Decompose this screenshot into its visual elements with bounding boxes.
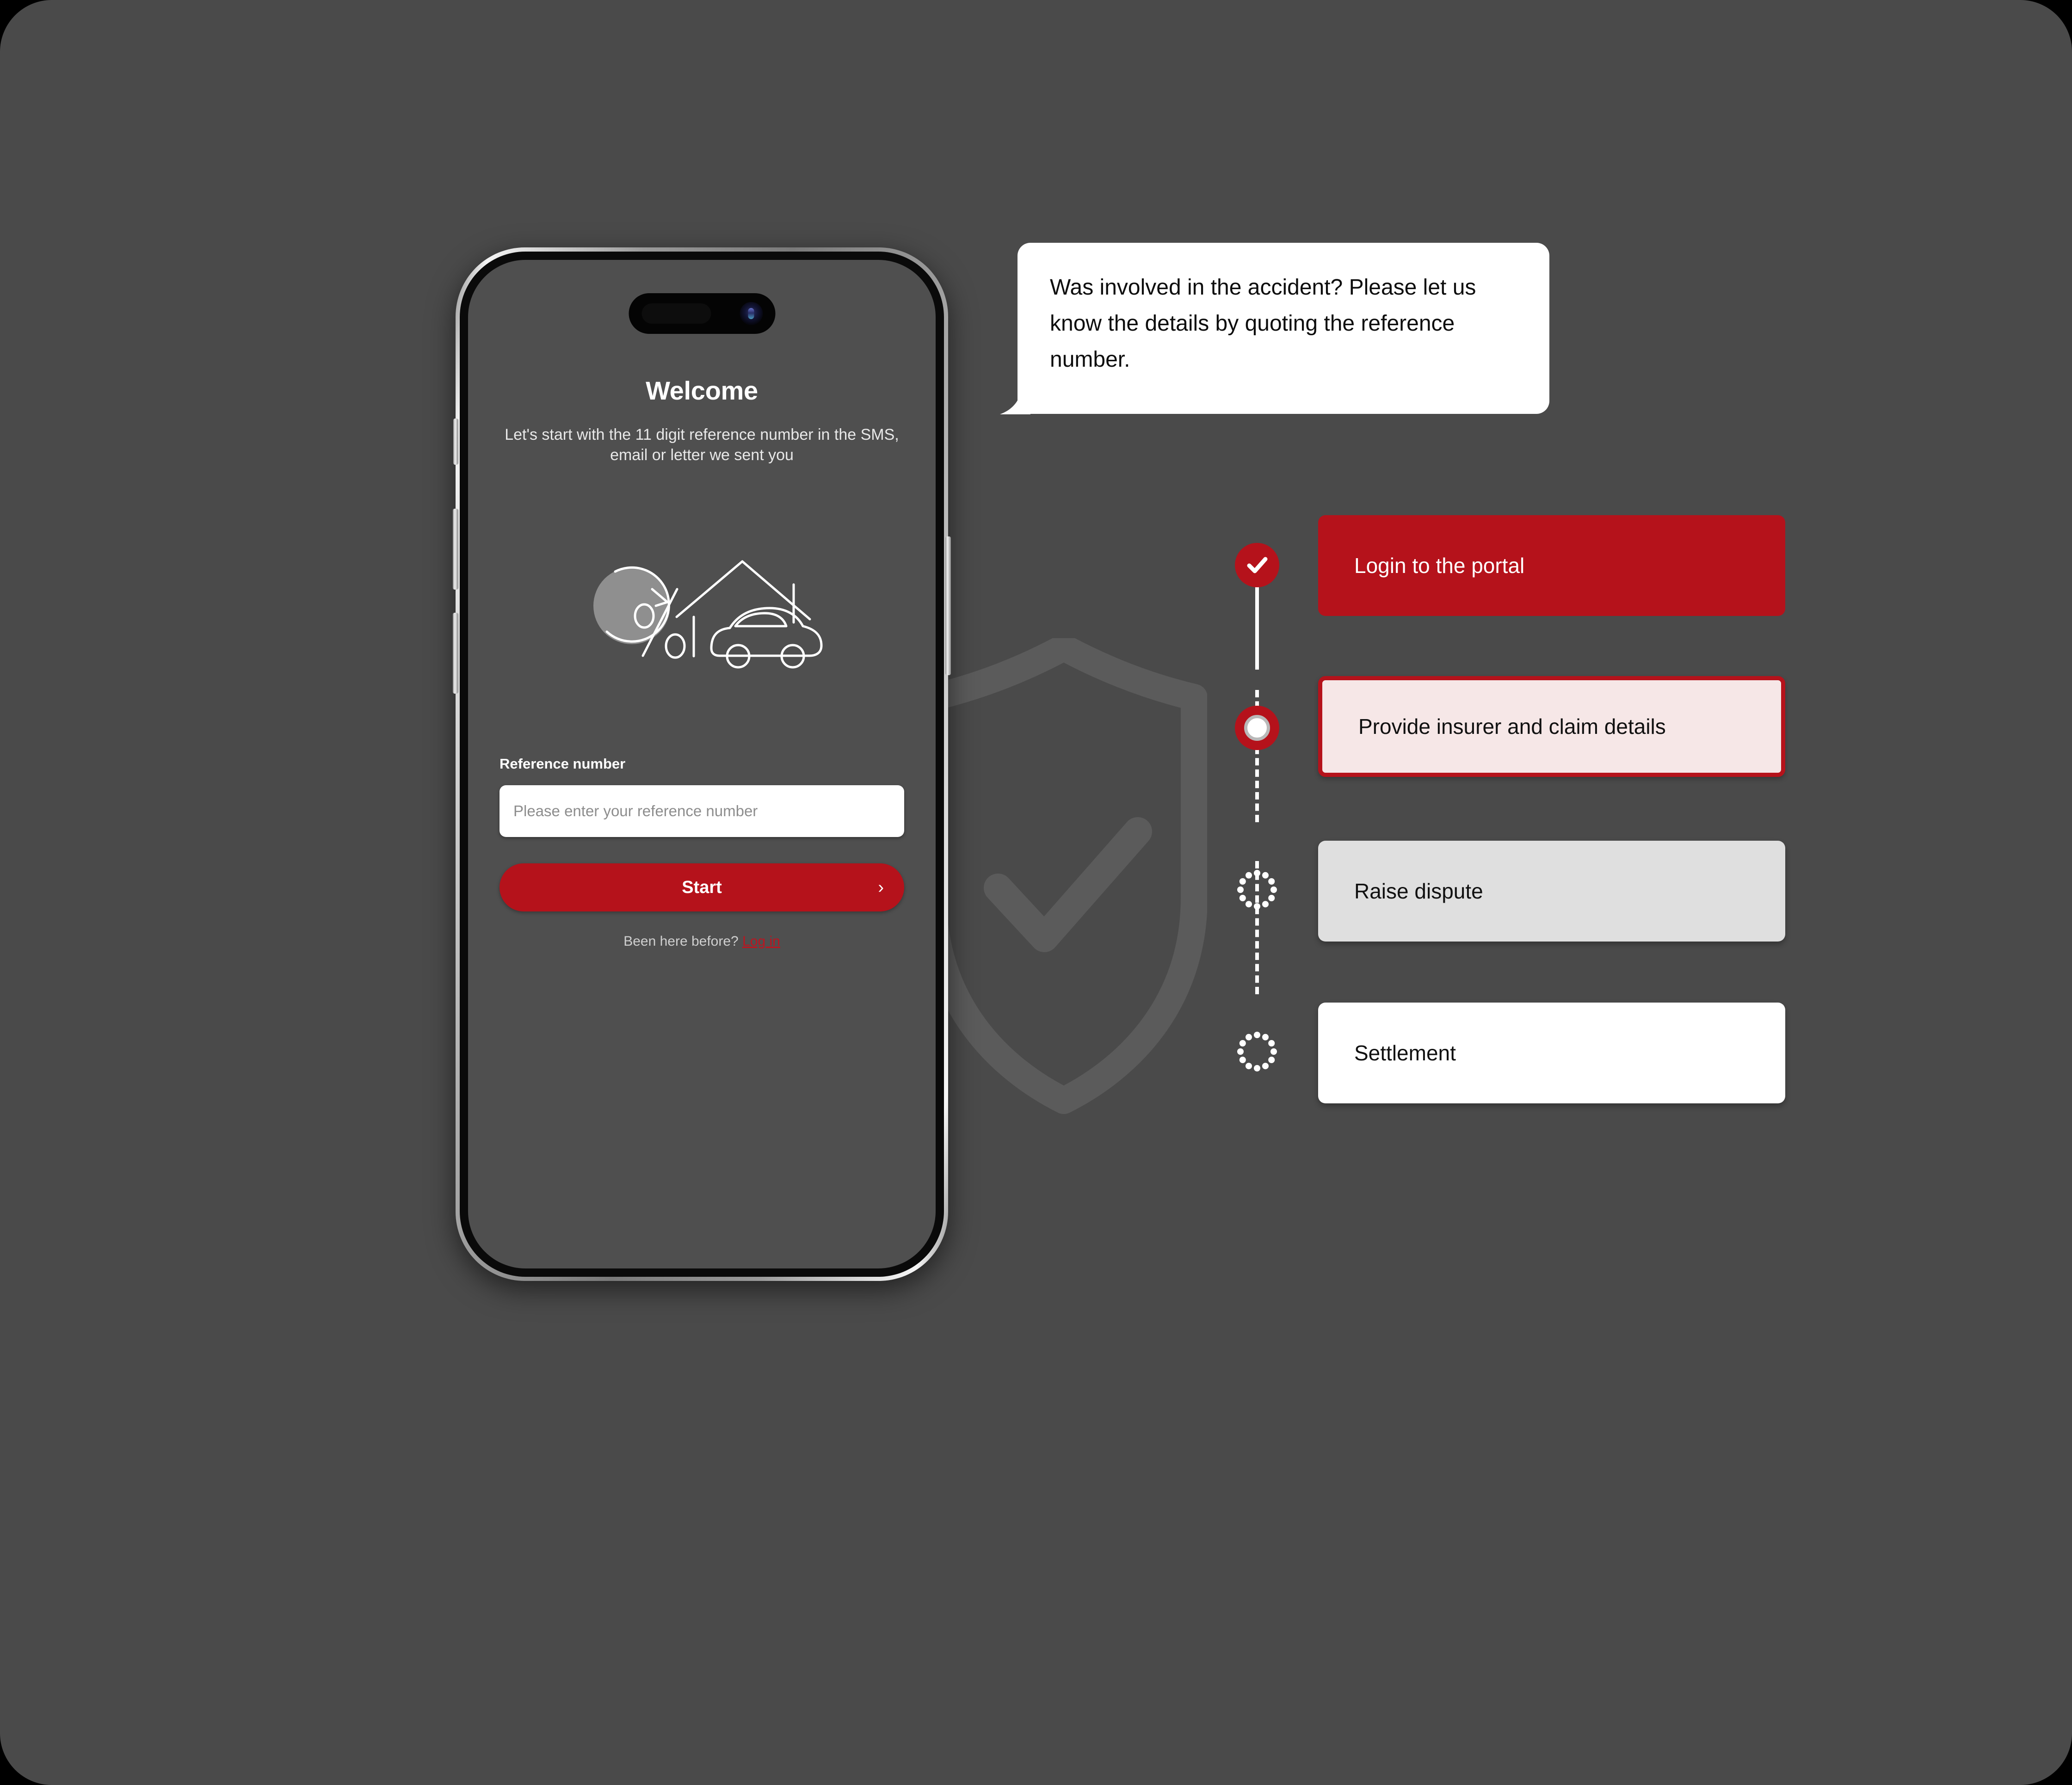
app-canvas: Welcome Let's start with the 11 digit re…	[0, 0, 2072, 1785]
speech-bubble: Was involved in the accident? Please let…	[1000, 243, 1549, 414]
stepper-node-pending-2[interactable]	[1235, 1029, 1279, 1074]
stepper-node-pending-1[interactable]	[1235, 868, 1279, 912]
reference-number-input[interactable]	[500, 785, 904, 837]
dotted-circle-icon	[1237, 1032, 1277, 1071]
stepper-step-label: Provide insurer and claim details	[1358, 714, 1666, 739]
page-subtitle: Let's start with the 11 digit reference …	[505, 426, 899, 464]
stepper-step-login-to-the-portal[interactable]: Login to the portal	[1318, 515, 1785, 616]
speech-bubble-tail	[1000, 386, 1030, 414]
volume-down-button[interactable]	[453, 613, 458, 694]
stepper-rail-solid	[1255, 586, 1259, 670]
volume-up-button[interactable]	[453, 509, 458, 590]
dotted-circle-icon	[1237, 870, 1277, 910]
log-in-link[interactable]: Log in	[742, 934, 780, 949]
check-icon	[1247, 557, 1268, 573]
shield-check-watermark	[920, 638, 1207, 1114]
ring-icon	[1244, 715, 1270, 741]
stepper-node-completed[interactable]	[1235, 543, 1279, 587]
login-prompt: Been here before? Log in	[468, 934, 936, 949]
house-roof-icon	[675, 560, 811, 621]
speech-bubble-text: Was involved in the accident? Please let…	[1018, 243, 1549, 414]
mute-switch[interactable]	[453, 419, 458, 465]
stepper-node-current[interactable]	[1235, 706, 1279, 750]
stepper-step-label: Settlement	[1354, 1041, 1456, 1065]
start-button-label: Start	[682, 877, 722, 897]
stepper-step-label: Raise dispute	[1354, 879, 1483, 903]
progress-stepper: Login to the portal Provide insurer and …	[1226, 515, 1785, 1156]
power-button[interactable]	[945, 536, 951, 675]
stepper-step-settlement[interactable]: Settlement	[1318, 1003, 1785, 1103]
stepper-step-raise-dispute[interactable]: Raise dispute	[1318, 841, 1785, 942]
page-title: Welcome	[646, 376, 758, 405]
reference-number-label: Reference number	[500, 756, 626, 772]
stepper-step-provide-insurer-and-claim-details[interactable]: Provide insurer and claim details	[1318, 676, 1785, 777]
percent-house-car-illustration	[593, 560, 822, 669]
chevron-right-icon: ›	[878, 877, 884, 897]
phone-mockup: Welcome Let's start with the 11 digit re…	[453, 247, 951, 1281]
stepper-step-label: Login to the portal	[1354, 554, 1525, 578]
login-prompt-text: Been here before?	[623, 934, 743, 949]
start-button[interactable]: Start ›	[500, 863, 904, 911]
phone-screen: Welcome Let's start with the 11 digit re…	[468, 260, 936, 1268]
